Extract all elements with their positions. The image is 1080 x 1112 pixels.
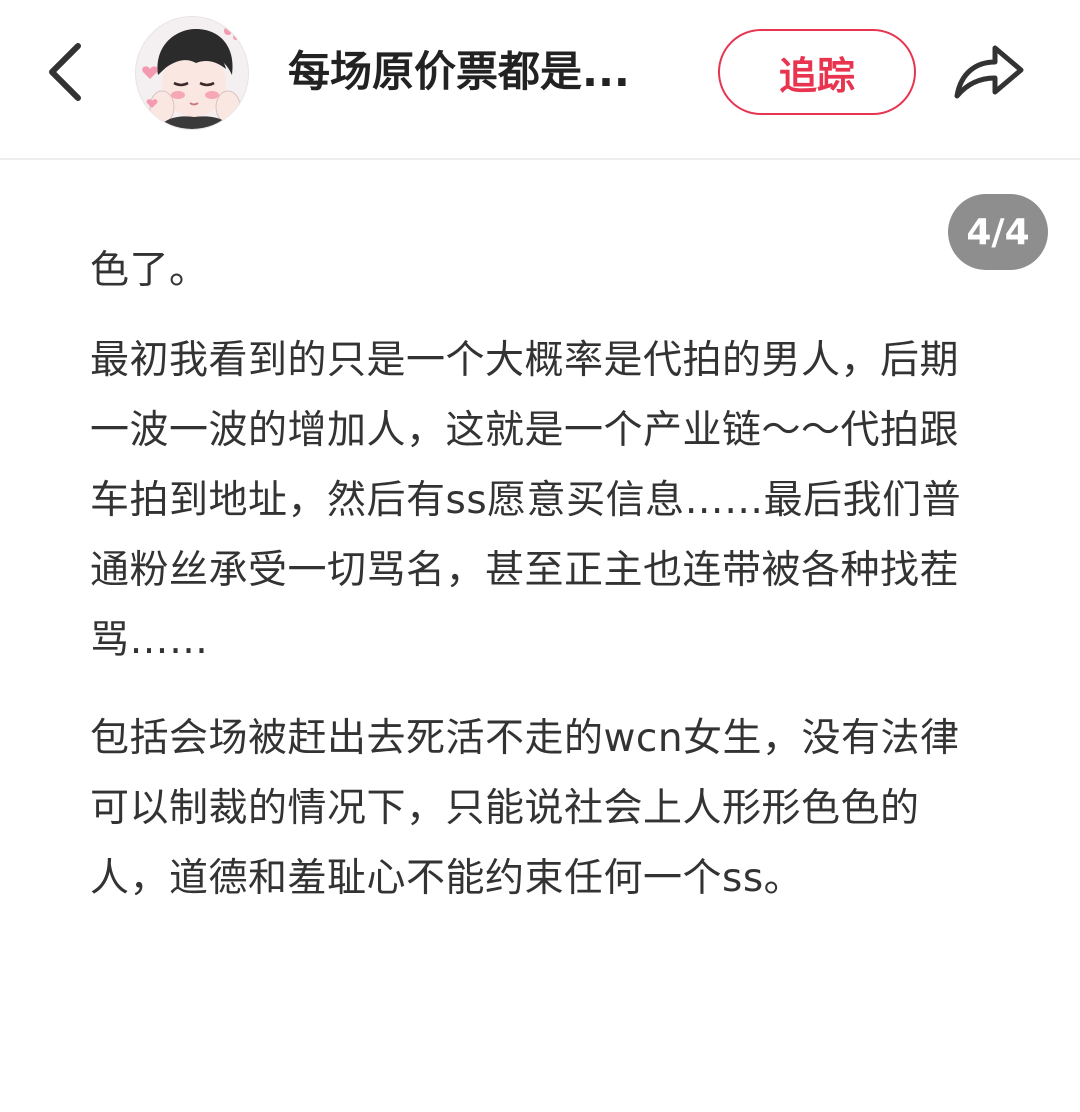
- post-page: 每场原价票都是... 追踪 4/4 色了。 最初我看到的只是一个大概率是代拍的男…: [0, 0, 1080, 1112]
- share-button[interactable]: [946, 30, 1032, 114]
- follow-button[interactable]: 追踪: [718, 29, 916, 115]
- share-arrow-icon: [951, 38, 1027, 106]
- paragraph-2: 最初我看到的只是一个大概率是代拍的男人，后期一波一波的增加人，这就是一个产业链～…: [90, 338, 962, 663]
- chevron-left-icon: [44, 40, 84, 108]
- avatar[interactable]: [135, 16, 249, 130]
- anime-boy-avatar-icon: [136, 17, 248, 129]
- post-title[interactable]: 每场原价票都是...: [288, 44, 668, 100]
- paragraph-3: 包括会场被赶出去死活不走的wcn女生，没有法律可以制裁的情况下，只能说社会上人形…: [90, 716, 960, 901]
- top-bar: 每场原价票都是... 追踪: [0, 0, 1080, 160]
- paragraph-1: 色了。: [90, 248, 209, 293]
- post-body: 色了。 最初我看到的只是一个大概率是代拍的男人，后期一波一波的增加人，这就是一个…: [90, 236, 994, 942]
- back-button[interactable]: [32, 36, 96, 112]
